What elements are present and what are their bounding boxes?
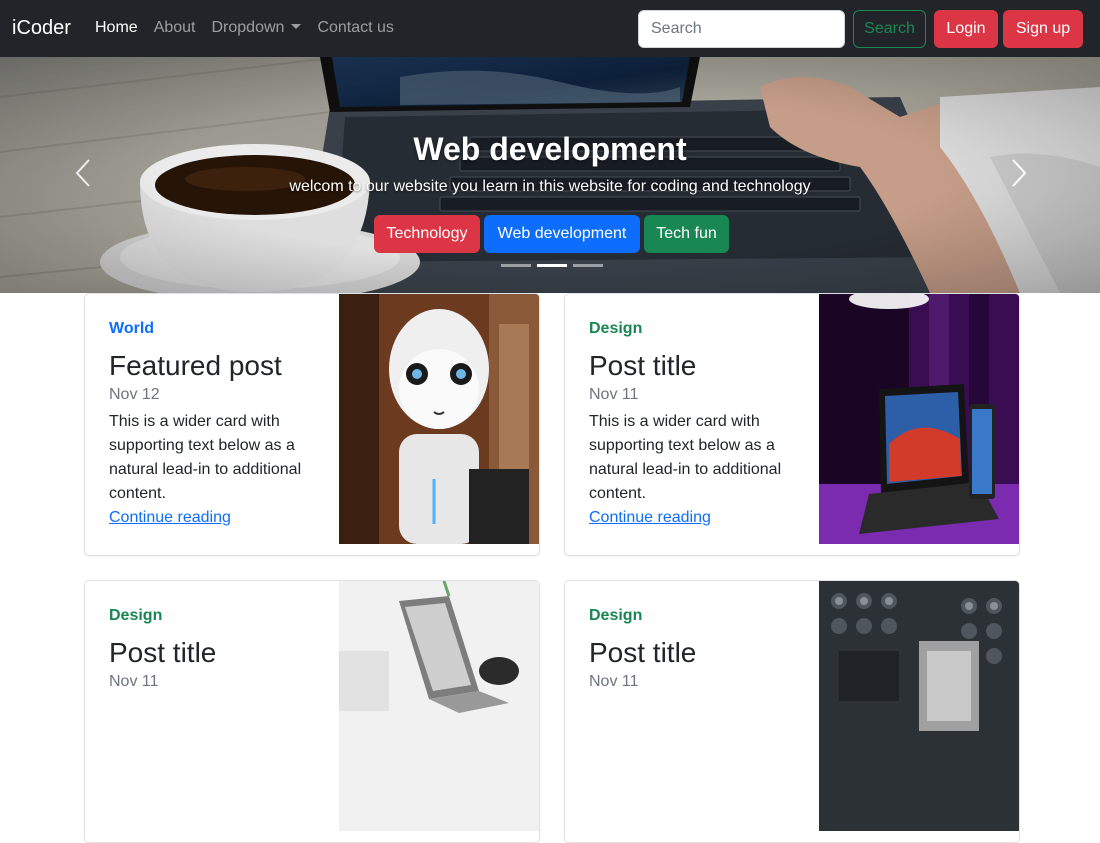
nav-dropdown[interactable]: Dropdown [212,19,302,37]
card-date: Nov 11 [589,672,639,690]
hero-subtitle: welcom to our website you learn in this … [289,178,811,195]
card-title: Post title [109,637,217,668]
carousel-indicators [501,264,603,267]
card-body: Design Post title Nov 11 [589,607,809,691]
carousel-indicator-1[interactable] [501,264,531,267]
card-body: Design Post title Nov 11 This is a wider… [589,320,809,530]
carousel-prev-icon[interactable] [74,157,92,189]
card-body: Design Post title Nov 11 [109,607,329,691]
card-body: World Featured post Nov 12 This is a wid… [109,320,329,530]
card-date: Nov 11 [109,672,159,690]
web-development-button[interactable]: Web development [484,215,640,253]
hero-title: Web development [413,131,687,167]
post-card: Design Post title Nov 11 [564,580,1020,843]
carousel-next-icon[interactable] [1010,157,1028,189]
login-button[interactable]: Login [934,10,998,48]
carousel-indicator-3[interactable] [573,264,603,267]
nav-link-home[interactable]: Home [95,19,138,37]
post-card: Design Post title Nov 11 This is a wider… [564,293,1020,556]
cpu-motherboard-image [819,581,1019,831]
post-card: Design Post title Nov 11 [84,580,540,843]
carousel-indicator-2[interactable] [537,264,567,267]
search-input[interactable] [638,10,845,48]
card-category[interactable]: Design [589,320,809,338]
card-text: This is a wider card with supporting tex… [109,412,302,502]
signup-button[interactable]: Sign up [1003,10,1083,48]
navbar: iCoder Home About Dropdown Contact us Se… [0,0,1100,57]
hero-background-image [0,57,1100,293]
card-category[interactable]: Design [589,607,809,625]
tech-fun-button[interactable]: Tech fun [644,215,729,253]
continue-reading-link[interactable]: Continue reading [109,506,329,530]
nav-dropdown-label: Dropdown [211,19,285,36]
card-text: This is a wider card with supporting tex… [589,412,782,502]
post-card: World Featured post Nov 12 This is a wid… [84,293,540,556]
nav-link-about[interactable]: About [154,19,196,37]
nav-links: Home About Dropdown Contact us [95,19,394,37]
card-title: Post title [589,350,697,381]
card-title: Featured post [109,350,282,381]
search-button[interactable]: Search [853,10,926,48]
nav-link-contact[interactable]: Contact us [317,19,393,37]
laptop-desk-image [339,581,539,831]
card-date: Nov 11 [589,385,639,403]
card-category[interactable]: World [109,320,329,338]
hero-buttons: Technology Web development Tech fun [374,215,729,253]
caret-down-icon [291,24,302,29]
technology-button[interactable]: Technology [374,215,480,253]
card-date: Nov 12 [109,385,160,403]
card-title: Post title [589,637,697,668]
continue-reading-link[interactable]: Continue reading [589,506,809,530]
card-category[interactable]: Design [109,607,329,625]
robot-image [339,294,539,544]
brand-logo[interactable]: iCoder [12,17,71,40]
laptop-purple-image [819,294,1019,544]
hero-carousel: Web development welcom to our website yo… [0,57,1100,293]
